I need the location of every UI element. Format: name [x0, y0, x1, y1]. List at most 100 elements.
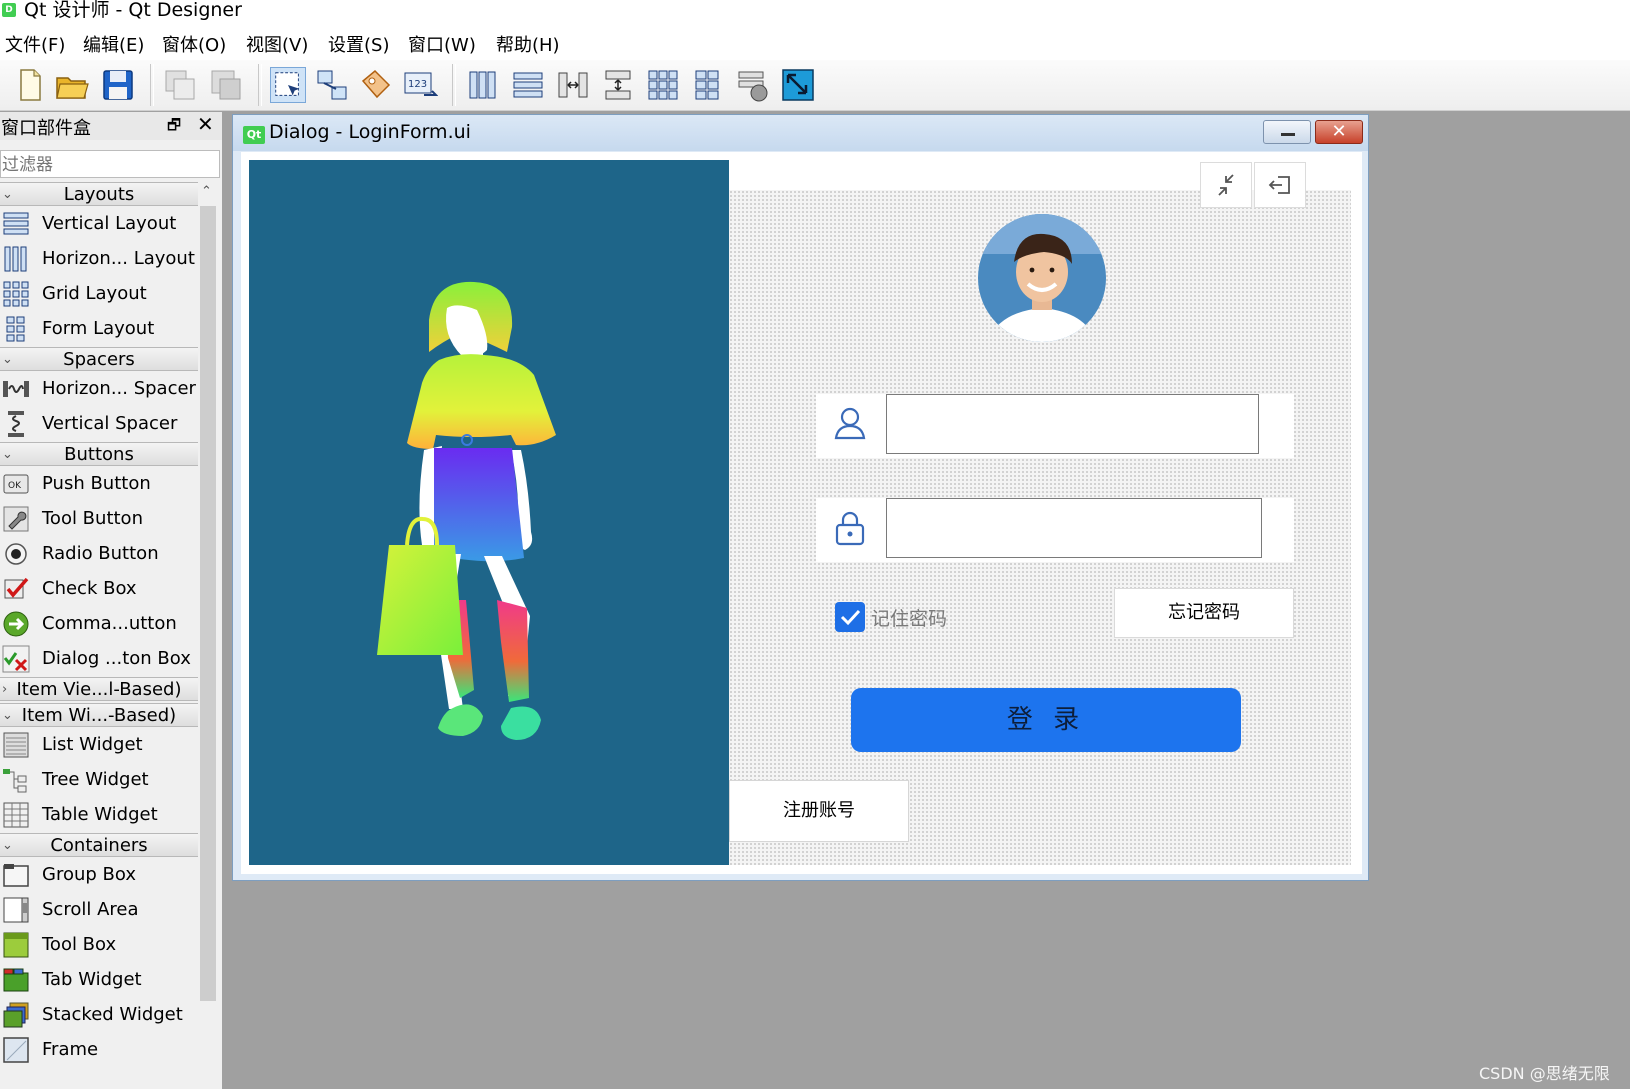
close-button[interactable]: ✕	[1315, 120, 1363, 144]
window-title-bar: D Qt 设计师 - Qt Designer	[0, 0, 1630, 25]
vertical-layout-icon	[3, 212, 29, 235]
widget-item-label: Group Box	[42, 864, 136, 885]
edit-buddies-icon[interactable]	[358, 67, 394, 103]
category-layouts[interactable]: ⌄ Layouts	[0, 182, 198, 206]
forgot-password-button[interactable]: 忘记密码	[1114, 588, 1294, 638]
layout-form-icon[interactable]	[690, 67, 726, 103]
widget-item-label: Push Button	[42, 473, 151, 494]
qt-designer-icon: D	[2, 3, 16, 17]
username-row	[816, 394, 1294, 458]
widget-item-form-layout[interactable]: Form Layout	[0, 311, 198, 347]
widget-item-label: Tab Widget	[42, 969, 142, 990]
widget-item-grid-layout[interactable]: Grid Layout	[0, 276, 198, 312]
layout-splitter-horizontal-icon[interactable]	[555, 67, 591, 103]
widget-item-list-widget[interactable]: List Widget	[0, 727, 198, 763]
open-folder-icon[interactable]	[54, 67, 90, 103]
widget-item-label: Table Widget	[42, 804, 158, 825]
svg-text:OK: OK	[8, 481, 22, 491]
widget-item-label: Comma...utton	[42, 613, 177, 634]
edit-widgets-icon[interactable]	[270, 67, 306, 103]
widget-item-stacked-widget[interactable]: Stacked Widget	[0, 997, 198, 1033]
register-account-button[interactable]: 注册账号	[729, 780, 909, 842]
main-toolbar: 123	[0, 60, 1630, 111]
widget-item-tool-button[interactable]: Tool Button	[0, 501, 198, 537]
category-item-views[interactable]: › Item Vie...l-Based)	[0, 677, 198, 701]
widget-item-command-link-button[interactable]: Comma...utton	[0, 606, 198, 642]
layout-grid-icon[interactable]	[645, 67, 681, 103]
grid-layout-icon	[3, 281, 29, 307]
edit-signals-icon[interactable]	[314, 67, 350, 103]
layout-vertical-icon[interactable]	[510, 67, 546, 103]
scroll-area-icon	[3, 897, 29, 923]
scrollbar-thumb[interactable]	[200, 206, 216, 1001]
chevron-down-icon: ⌄	[2, 447, 13, 462]
widget-item-tab-widget[interactable]: Tab Widget	[0, 962, 198, 998]
widget-item-label: Dialog ...ton Box	[42, 648, 191, 669]
toolbar-separator	[150, 64, 154, 106]
paste-icon[interactable]	[208, 67, 244, 103]
widget-item-label: Scroll Area	[42, 899, 139, 920]
category-item-widgets[interactable]: ⌄ Item Wi...-Based)	[0, 703, 198, 727]
new-file-icon[interactable]	[12, 67, 48, 103]
chevron-up-icon[interactable]: ⌃	[201, 184, 212, 199]
chevron-down-icon: ⌄	[2, 352, 13, 367]
category-spacers[interactable]: ⌄ Spacers	[0, 347, 198, 371]
widget-item-label: Frame	[42, 1039, 99, 1060]
username-input[interactable]	[886, 394, 1259, 454]
group-box-icon	[3, 864, 29, 887]
widget-item-group-box[interactable]: Group Box	[0, 857, 198, 893]
exit-door-icon	[1268, 176, 1290, 194]
edit-tab-order-icon[interactable]: 123	[402, 67, 438, 103]
menu-window[interactable]: 窗口(W)	[408, 31, 476, 57]
break-layout-icon[interactable]	[735, 67, 771, 103]
menu-edit[interactable]: 编辑(E)	[83, 31, 144, 57]
chevron-down-icon: ⌄	[2, 708, 13, 723]
layout-splitter-vertical-icon[interactable]	[600, 67, 636, 103]
login-form-canvas: 记住密码 忘记密码 登 录 注册账号	[241, 152, 1362, 874]
widget-item-label: Check Box	[42, 578, 137, 599]
layout-horizontal-icon[interactable]	[465, 67, 501, 103]
widget-item-frame[interactable]: Frame	[0, 1032, 198, 1068]
category-buttons[interactable]: ⌄ Buttons	[0, 442, 198, 466]
copy-icon[interactable]	[162, 67, 198, 103]
widget-item-check-box[interactable]: Check Box	[0, 571, 198, 607]
horizontal-layout-icon	[4, 246, 27, 272]
adjust-size-icon[interactable]	[780, 67, 816, 103]
command-link-icon	[3, 611, 29, 637]
widget-item-tool-box[interactable]: Tool Box	[0, 927, 198, 963]
collapse-arrows-icon	[1218, 174, 1234, 196]
remember-password-label: 记住密码	[871, 608, 948, 630]
horizontal-spacer-icon	[3, 381, 29, 397]
widget-item-tree-widget[interactable]: Tree Widget	[0, 762, 198, 798]
widget-item-scroll-area[interactable]: Scroll Area	[0, 892, 198, 928]
widget-item-table-widget[interactable]: Table Widget	[0, 797, 198, 833]
widget-item-vertical-spacer[interactable]: Vertical Spacer	[0, 406, 198, 442]
lock-icon	[835, 511, 865, 546]
login-button[interactable]: 登 录	[851, 688, 1241, 752]
float-dock-icon[interactable]: 🗗	[167, 115, 181, 140]
widget-item-radio-button[interactable]: Radio Button	[0, 536, 198, 572]
menu-view[interactable]: 视图(V)	[246, 31, 308, 57]
exit-button[interactable]	[1254, 162, 1306, 208]
widget-item-label: Stacked Widget	[42, 1004, 183, 1025]
widget-item-horizontal-layout[interactable]: Horizon... Layout	[0, 241, 198, 277]
password-input[interactable]	[886, 498, 1262, 558]
minimize-form-button[interactable]	[1200, 162, 1252, 208]
close-dock-icon[interactable]: ✕	[197, 112, 214, 136]
widget-item-horizontal-spacer[interactable]: Horizon... Spacer	[0, 371, 198, 407]
remember-checkbox[interactable]	[835, 602, 865, 632]
category-containers[interactable]: ⌄ Containers	[0, 833, 198, 857]
widget-item-vertical-layout[interactable]: Vertical Layout	[0, 206, 198, 242]
menu-settings[interactable]: 设置(S)	[328, 31, 389, 57]
widget-item-label: Radio Button	[42, 543, 159, 564]
widget-box-scrollbar[interactable]: ⌃	[198, 182, 220, 1089]
avatar-photo	[978, 214, 1106, 342]
menu-help[interactable]: 帮助(H)	[496, 31, 560, 57]
menu-form[interactable]: 窗体(O)	[162, 31, 226, 57]
widget-item-dialog-button-box[interactable]: Dialog ...ton Box	[0, 641, 198, 677]
minimize-button[interactable]	[1263, 120, 1311, 144]
widget-item-push-button[interactable]: OK Push Button	[0, 466, 198, 502]
widget-filter-input[interactable]	[0, 150, 220, 178]
menu-file[interactable]: 文件(F)	[5, 31, 65, 57]
save-icon[interactable]	[100, 67, 136, 103]
